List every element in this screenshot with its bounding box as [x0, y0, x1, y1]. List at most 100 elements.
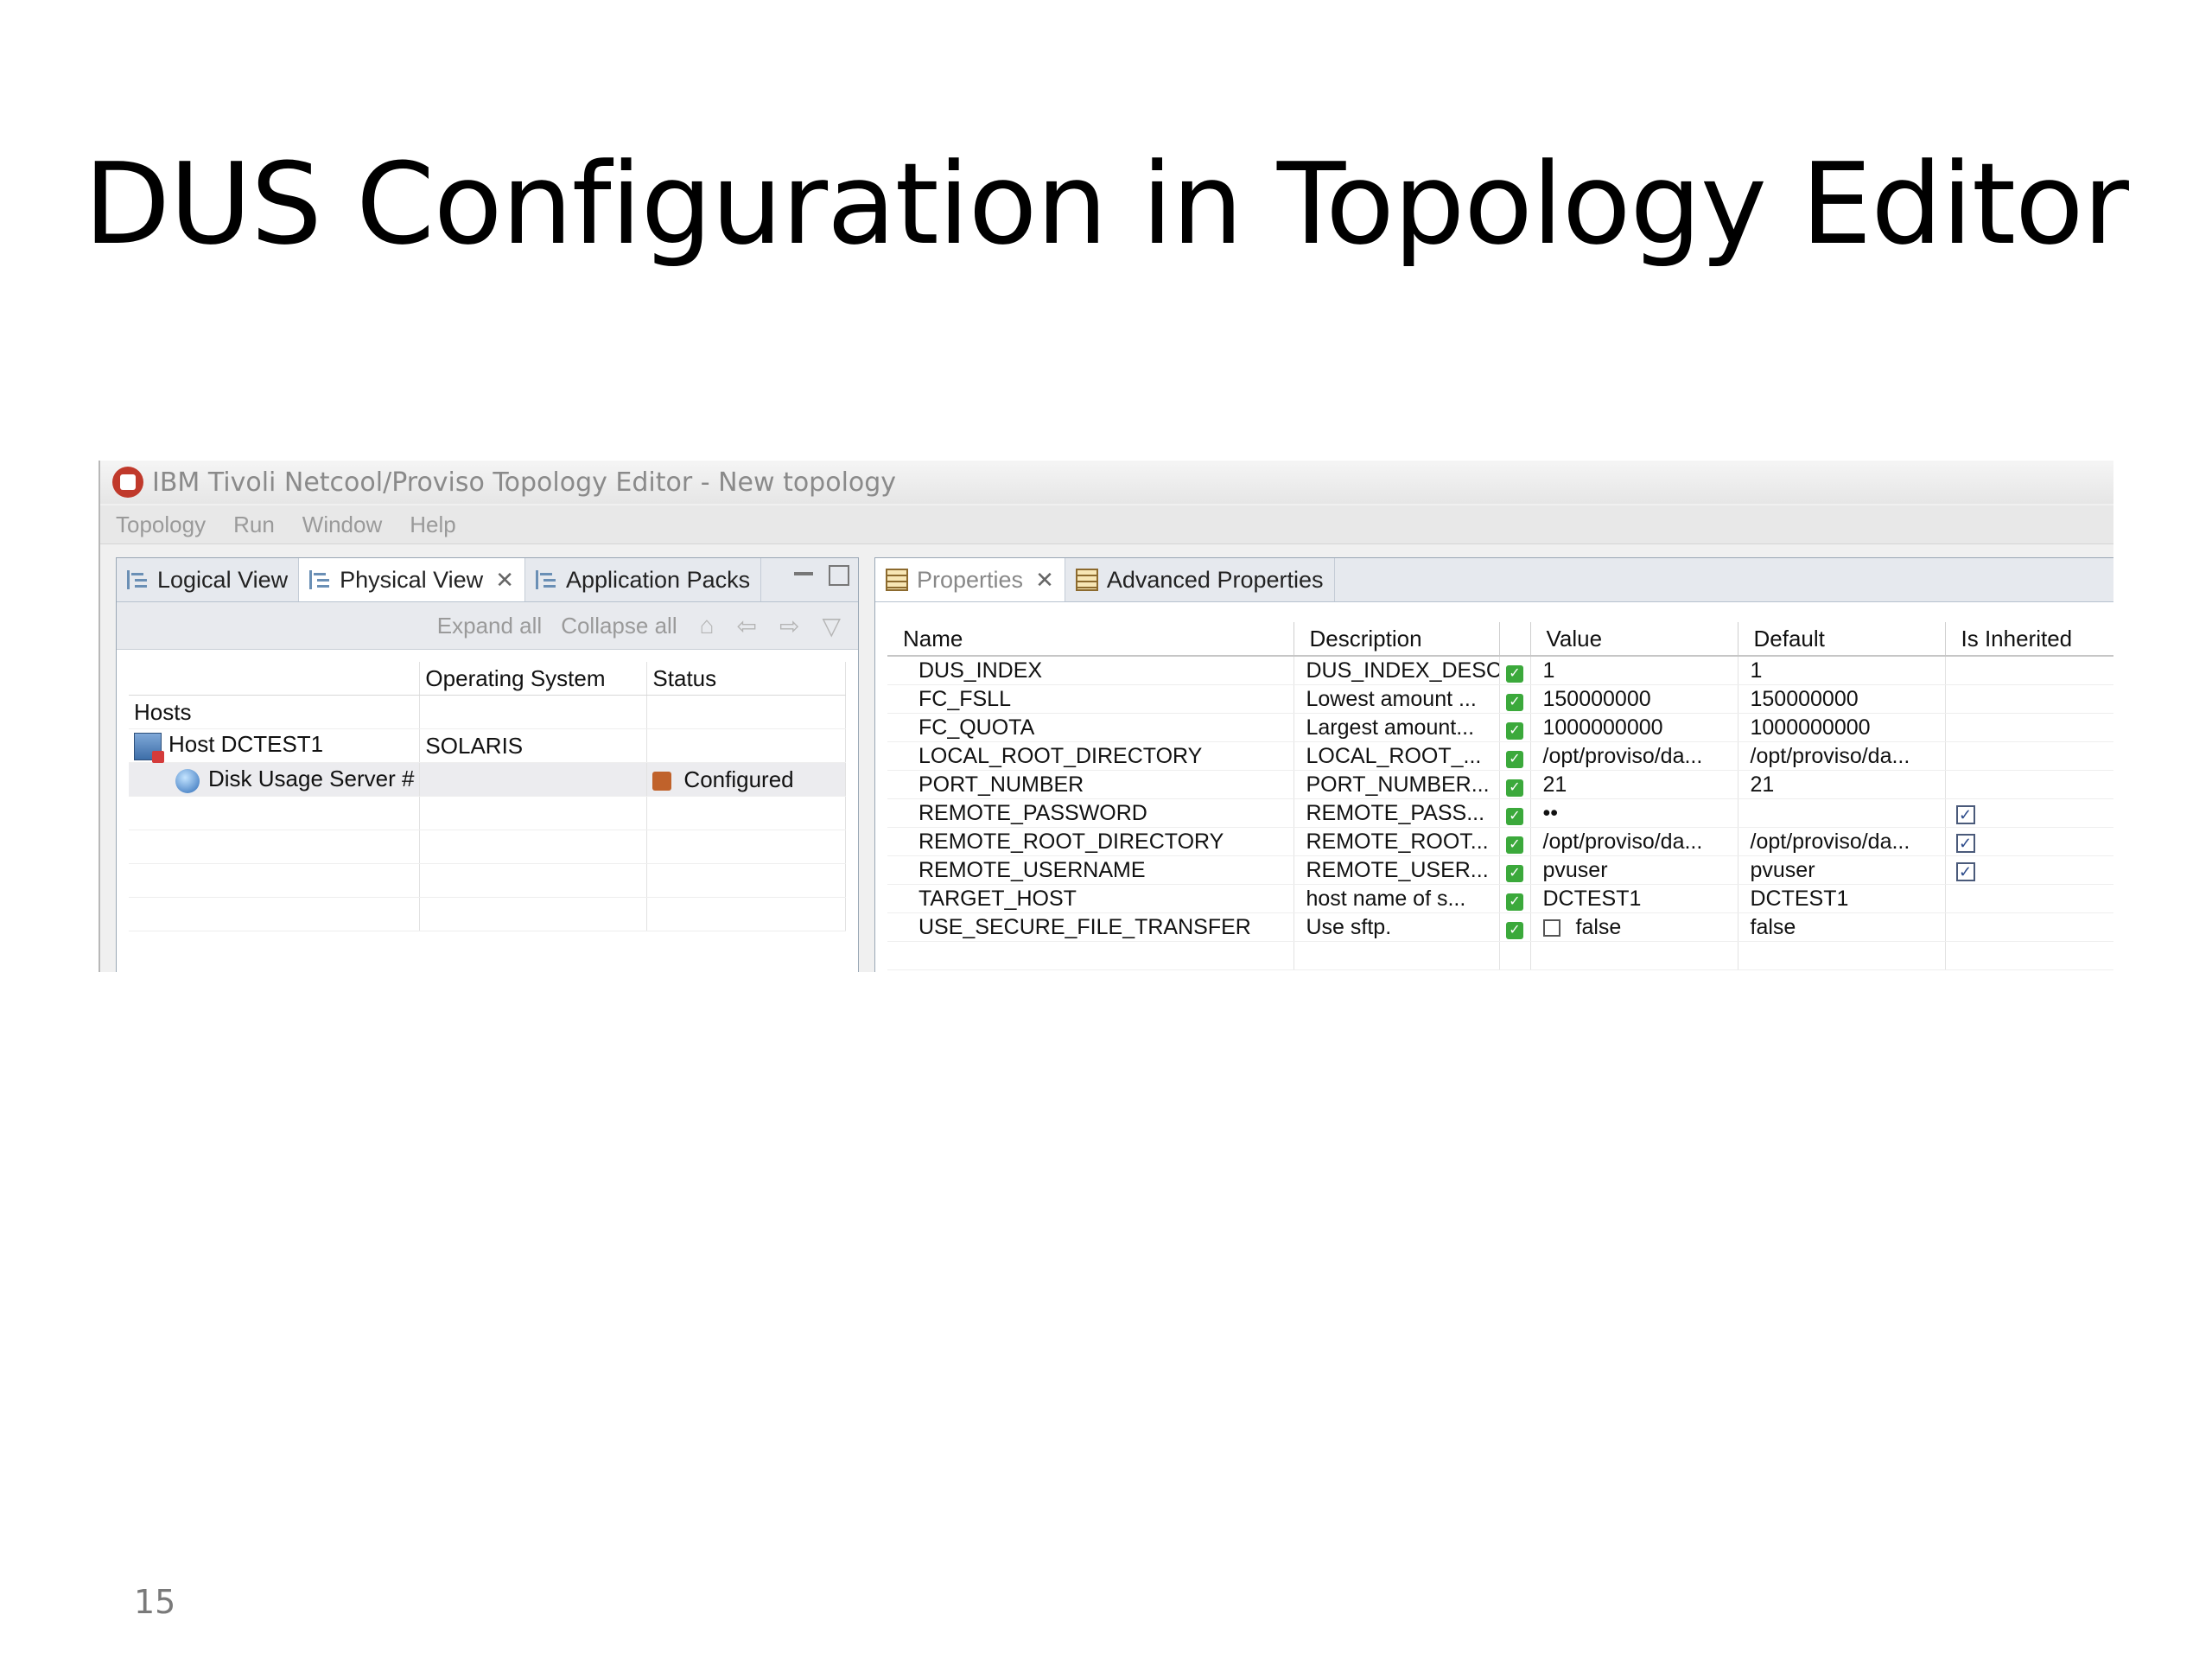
table-row[interactable]: Hosts: [129, 695, 846, 729]
tab-label: Advanced Properties: [1106, 566, 1324, 593]
tab-logical-view[interactable]: Logical View: [117, 558, 300, 601]
inherited-cell: ✓: [1945, 855, 2113, 885]
expand-all-button[interactable]: Expand all: [437, 613, 542, 639]
table-row[interactable]: DUS_INDEX DUS_INDEX_DESC ✓ 1 1: [887, 656, 2113, 685]
column-header-description[interactable]: Description: [1294, 622, 1500, 657]
menu-run[interactable]: Run: [233, 512, 275, 538]
table-row[interactable]: TARGET_HOST host name of s... ✓ DCTEST1 DCTE…: [887, 884, 2113, 913]
table-icon: [1075, 569, 1098, 591]
back-arrow-icon[interactable]: ⇦: [737, 612, 757, 640]
table-row[interactable]: FC_QUOTA Largest amount... ✓ 1000000000 1000…: [887, 713, 2113, 742]
empty-cell: [646, 863, 846, 898]
table-row[interactable]: REMOTE_PASSWORD REMOTE_PASS... ✓ •• ✓: [887, 798, 2113, 828]
inherited-checkbox-icon[interactable]: ✓: [1955, 861, 1975, 881]
collapse-all-button[interactable]: Collapse all: [561, 613, 677, 639]
value-cell[interactable]: false: [1530, 912, 1738, 942]
tree-item-hosts[interactable]: Hosts: [129, 695, 421, 729]
maximize-icon[interactable]: [829, 565, 849, 586]
property-description: DUS_INDEX_DESC: [1294, 656, 1500, 685]
tab-physical-view[interactable]: Physical View ✕: [299, 558, 525, 601]
value-cell[interactable]: pvuser: [1530, 855, 1738, 885]
menu-bar: Topology Run Window Help: [100, 505, 2113, 544]
status-cell: ✓: [1499, 656, 1531, 685]
value-cell[interactable]: /opt/proviso/da...: [1530, 827, 1738, 856]
tab-label: Physical View: [340, 566, 484, 593]
empty-cell: [419, 897, 648, 931]
column-header-os[interactable]: Operating System: [419, 662, 648, 696]
value-cell[interactable]: 1: [1530, 656, 1738, 685]
close-icon[interactable]: ✕: [1035, 567, 1054, 594]
empty-cell: [1499, 941, 1531, 970]
table-icon: [886, 569, 908, 591]
inherited-cell: [1945, 770, 2113, 799]
inherited-checkbox-icon[interactable]: ✓: [1955, 833, 1975, 853]
table-row[interactable]: REMOTE_ROOT_DIRECTORY REMOTE_ROOT... ✓ /opt…: [887, 827, 2113, 856]
tab-advanced-properties[interactable]: Advanced Properties: [1065, 558, 1335, 601]
value-cell[interactable]: 150000000: [1530, 684, 1738, 714]
empty-cell: [419, 863, 648, 898]
tree-item-host[interactable]: Host DCTEST1: [129, 728, 421, 763]
tab-properties[interactable]: Properties ✕: [875, 558, 1065, 601]
checkbox-icon[interactable]: [1542, 918, 1560, 937]
default-cell: 21: [1738, 770, 1946, 799]
table-row[interactable]: USE_SECURE_FILE_TRANSFER Use sftp. ✓ false f…: [887, 912, 2113, 942]
property-name: LOCAL_ROOT_DIRECTORY: [887, 741, 1294, 771]
empty-cell: [887, 941, 1294, 970]
column-header-value[interactable]: Value: [1530, 622, 1738, 657]
inherited-checkbox-icon[interactable]: ✓: [1955, 804, 1975, 824]
default-cell: 1: [1738, 656, 1946, 685]
status-cell: ✓: [1499, 770, 1531, 799]
status-cell: ✓: [1499, 684, 1531, 714]
property-description: host name of s...: [1294, 884, 1500, 913]
empty-cell: [419, 830, 648, 864]
menu-help[interactable]: Help: [410, 512, 455, 538]
value-cell[interactable]: ••: [1530, 798, 1738, 828]
value-cell[interactable]: 21: [1530, 770, 1738, 799]
column-header-status[interactable]: Status: [646, 662, 846, 696]
empty-cell: [646, 796, 846, 830]
os-cell: [419, 762, 648, 797]
table-row[interactable]: Disk Usage Server # Configured: [129, 762, 846, 797]
property-description: Use sftp.: [1294, 912, 1500, 942]
property-description: Lowest amount ...: [1294, 684, 1500, 714]
table-row[interactable]: Host DCTEST1 SOLARIS: [129, 728, 846, 763]
close-icon[interactable]: ✕: [495, 567, 514, 594]
property-name: FC_QUOTA: [887, 713, 1294, 742]
host-label: Host DCTEST1: [168, 731, 324, 758]
window-title: IBM Tivoli Netcool/Proviso Topology Edit…: [152, 467, 897, 498]
column-header-name[interactable]: [129, 662, 421, 696]
menu-topology[interactable]: Topology: [116, 512, 206, 538]
column-header-status[interactable]: [1499, 622, 1531, 657]
menu-window[interactable]: Window: [302, 512, 382, 538]
table-row[interactable]: PORT_NUMBER PORT_NUMBER... ✓ 21 21: [887, 770, 2113, 799]
green-check-icon: ✓: [1506, 921, 1523, 939]
green-check-icon: ✓: [1506, 750, 1523, 768]
column-header-default[interactable]: Default: [1738, 622, 1946, 657]
forward-arrow-icon[interactable]: ⇨: [779, 612, 799, 640]
table-row[interactable]: LOCAL_ROOT_DIRECTORY LOCAL_ROOT_... ✓ /opt/…: [887, 741, 2113, 771]
value-cell[interactable]: 1000000000: [1530, 713, 1738, 742]
properties-table: Name Description Value Default Is Inheri…: [887, 622, 2113, 970]
tree-icon: [127, 570, 149, 589]
view-menu-icon[interactable]: ▽: [822, 612, 841, 640]
table-row[interactable]: REMOTE_USERNAME REMOTE_USER... ✓ pvuser pvus…: [887, 855, 2113, 885]
default-cell: /opt/proviso/da...: [1738, 741, 1946, 771]
home-icon[interactable]: ⌂: [700, 612, 715, 639]
tab-application-packs[interactable]: Application Packs: [525, 558, 762, 601]
column-header-is-inherited[interactable]: Is Inherited: [1945, 622, 2113, 657]
value-cell[interactable]: DCTEST1: [1530, 884, 1738, 913]
inherited-cell: [1945, 684, 2113, 714]
value-cell[interactable]: /opt/proviso/da...: [1530, 741, 1738, 771]
minimize-icon[interactable]: [794, 572, 813, 575]
table-row: [129, 863, 846, 898]
tree-item-disk-usage-server[interactable]: Disk Usage Server #: [129, 762, 421, 797]
column-header-name[interactable]: Name: [887, 622, 1294, 657]
default-cell: false: [1738, 912, 1946, 942]
green-check-icon: ✓: [1506, 664, 1523, 683]
right-pane-tabs: Properties ✕ Advanced Properties: [875, 558, 2113, 602]
green-check-icon: ✓: [1506, 693, 1523, 711]
empty-cell: [129, 863, 421, 898]
table-row[interactable]: FC_FSLL Lowest amount ... ✓ 150000000 150000…: [887, 684, 2113, 714]
physical-view-table: Operating System Status Hosts Host DCTES…: [129, 662, 846, 931]
property-description: REMOTE_USER...: [1294, 855, 1500, 885]
